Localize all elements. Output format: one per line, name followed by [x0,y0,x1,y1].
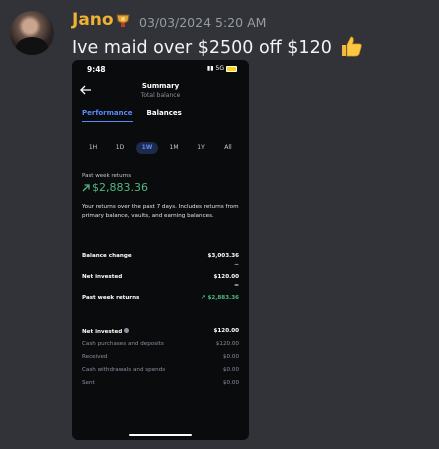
net-invested-total: $120.00 [213,328,239,334]
returns-amount: $2,883.36 [92,181,148,194]
cash-purchases-value: $120.00 [215,341,239,347]
tab-performance[interactable]: Performance [82,109,133,122]
battery-icon [226,65,237,72]
past-week-returns-label: Past week returns [82,295,140,301]
tab-bar: Performance Balances [82,109,182,122]
arrow-up-right-icon [82,183,90,191]
past-week-returns-value: ↗ $2,883.36 [200,295,240,301]
received-label: Received [82,354,108,360]
list-item-cash-purchases: Cash purchases and deposits $120.00 [82,341,239,347]
range-all[interactable]: All [217,142,239,154]
net-invested-value: $120.00 [213,274,239,280]
minus-operator: − [233,261,239,268]
returns-value: $2,883.36 [82,181,148,194]
net-invested-header: Net invested [82,328,130,335]
range-1y[interactable]: 1Y [190,142,212,154]
status-time: 9:48 [87,65,106,74]
received-value: $0.00 [222,354,239,360]
past-week-returns-amount: $2,883.36 [207,295,240,301]
balance-change-row: Balance change $3,003.36 [82,253,239,259]
past-week-returns-row: Past week returns ↗ $2,883.36 [82,295,239,301]
trophy-badge-icon [116,14,130,27]
user-avatar[interactable] [10,11,54,55]
message-text: Ive maid over $2500 off $120 [72,38,332,58]
sent-value: $0.00 [222,380,239,386]
network-label: 5G [215,65,224,72]
range-1w[interactable]: 1W [136,142,158,154]
returns-label: Past week returns [82,173,132,179]
summary-title: Summary [141,82,180,90]
phone-screenshot: 9:48 ▮▮ 5G Summary Total balance Perform… [72,60,249,440]
balance-change-label: Balance change [82,253,132,259]
equals-operator: = [233,282,239,289]
range-1m[interactable]: 1M [163,142,185,154]
signal-icon: ▮▮ [206,65,214,72]
cash-purchases-label: Cash purchases and deposits [82,341,164,347]
range-1h[interactable]: 1H [82,142,104,154]
withdrawals-label: Cash withdrawals and spends [82,367,166,373]
balance-change-value: $3,003.36 [207,253,240,259]
message-timestamp: 03/03/2024 5:20 AM [139,15,267,30]
net-invested-row: Net invested $120.00 [82,274,239,280]
info-icon[interactable] [124,328,130,333]
list-item-withdrawals: Cash withdrawals and spends $0.00 [82,367,239,373]
username[interactable]: Jano [72,10,114,30]
status-bar: 9:48 ▮▮ 5G [72,60,249,80]
list-item-sent: Sent $0.00 [82,380,239,386]
tab-balances[interactable]: Balances [147,109,182,122]
list-item-received: Received $0.00 [82,354,239,360]
withdrawals-value: $0.00 [222,367,239,373]
message-content: Ive maid over $2500 off $120 [72,35,363,58]
range-1d[interactable]: 1D [109,142,131,154]
net-invested-header-row[interactable]: Net invested $120.00 [82,328,239,335]
thumbs-up-icon [342,36,363,57]
sent-label: Sent [82,380,95,386]
returns-description: Your returns over the past 7 days. Inclu… [82,204,239,219]
home-indicator [129,434,192,436]
time-range-selector: 1H 1D 1W 1M 1Y All [82,142,239,154]
summary-subtitle: Total balance [140,92,181,99]
status-icons: ▮▮ 5G [207,65,237,72]
net-invested-label: Net invested [82,274,123,280]
